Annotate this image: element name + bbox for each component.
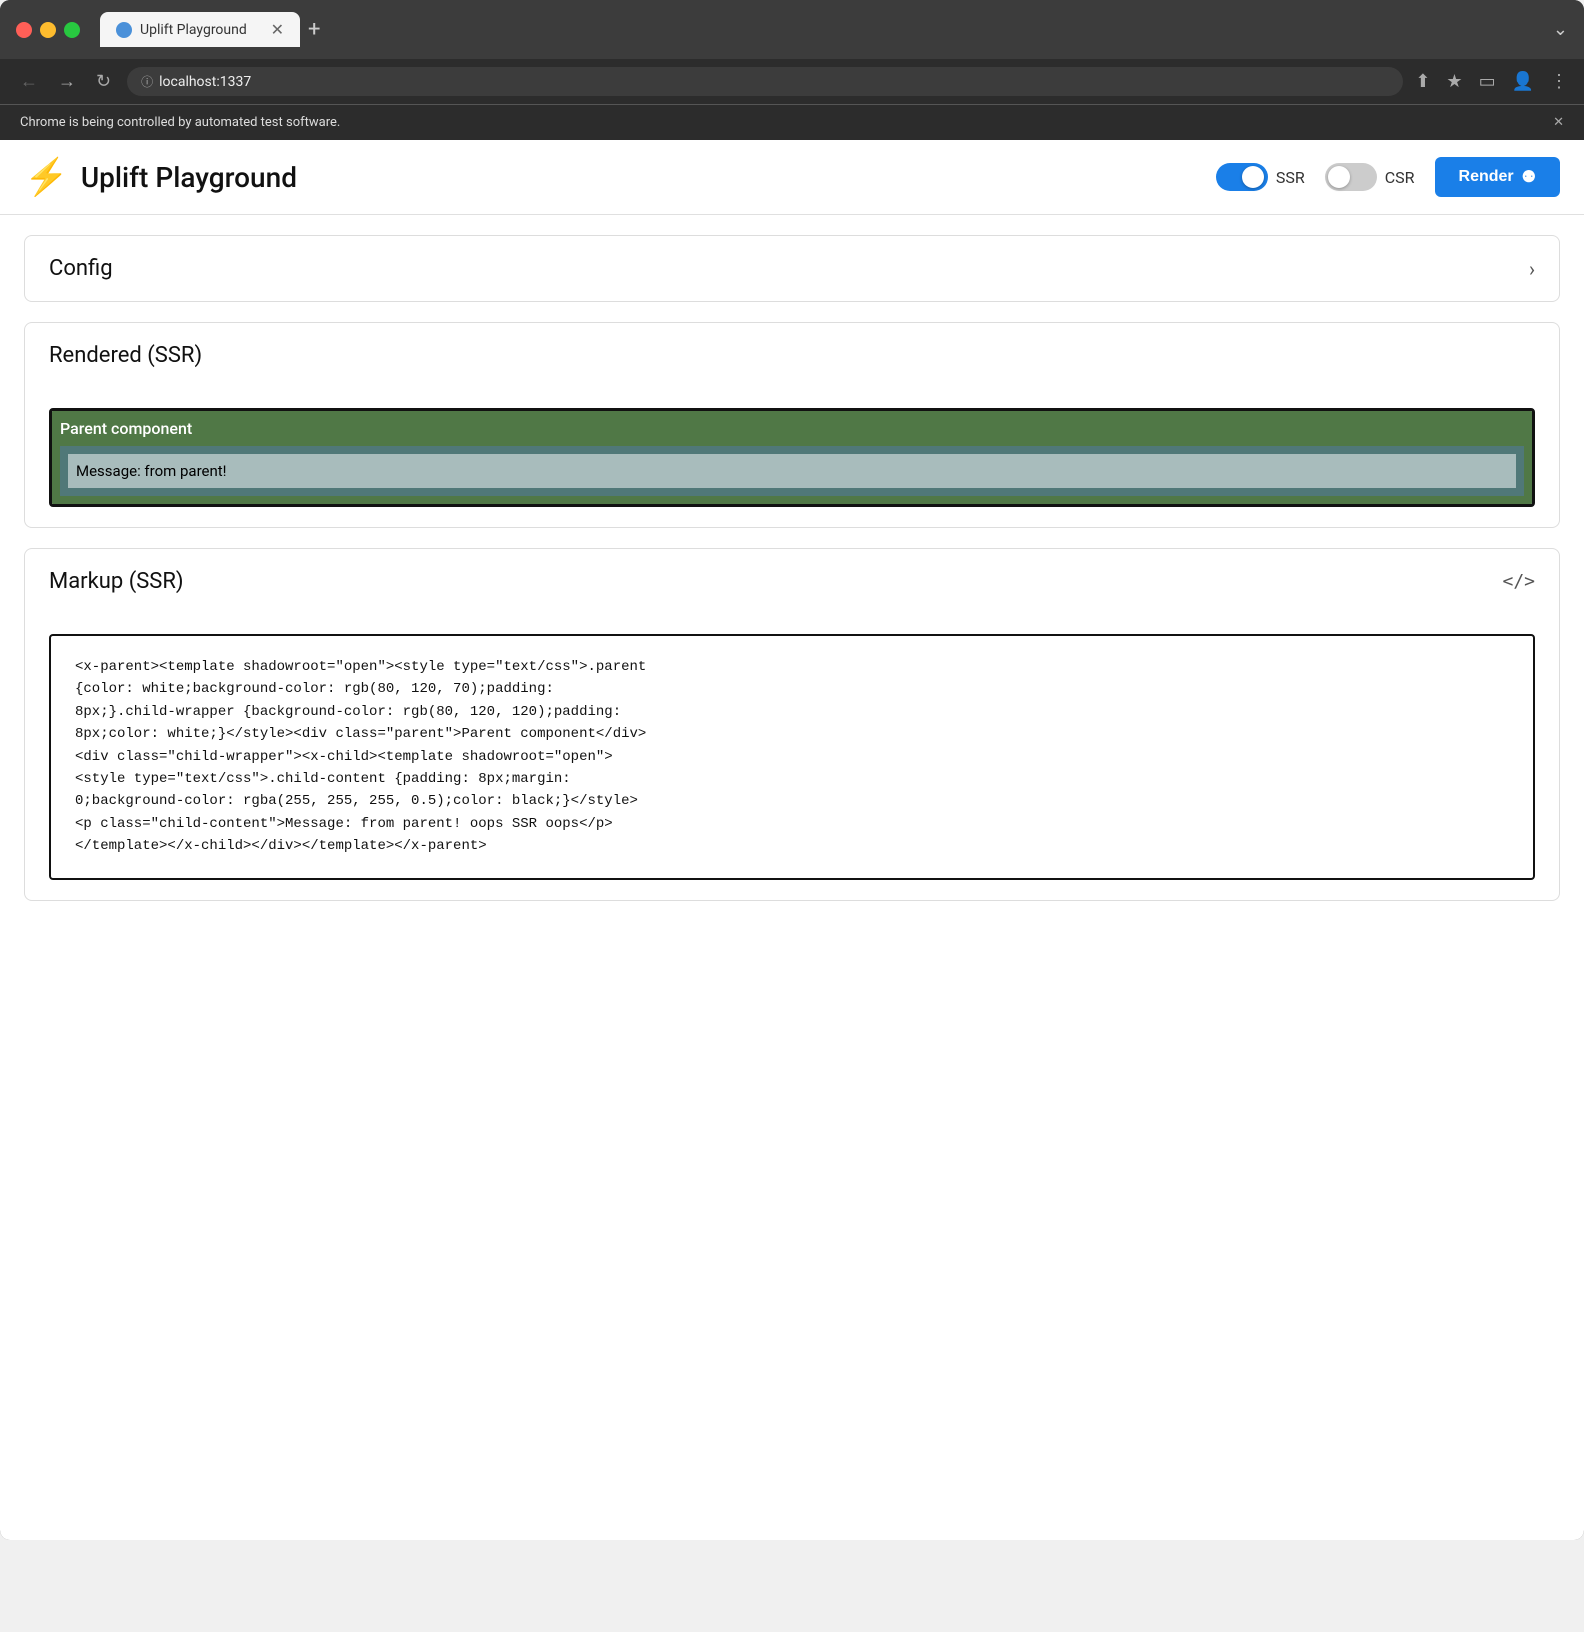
more-options-icon[interactable]: ⋮	[1550, 71, 1568, 92]
code-icon: </>	[1502, 571, 1535, 592]
automation-message: Chrome is being controlled by automated …	[20, 115, 340, 130]
header-controls: SSR CSR Render ⚉	[1216, 157, 1560, 197]
rendered-title: Rendered (SSR)	[49, 343, 202, 368]
tab-close-button[interactable]: ✕	[271, 20, 284, 39]
markup-section: Markup (SSR) </> <x-parent><template sha…	[24, 548, 1560, 901]
browser-toolbar-icons: ⬆ ★ ▭ 👤 ⋮	[1415, 71, 1568, 92]
config-chevron-icon: ›	[1529, 257, 1535, 281]
back-button[interactable]: ←	[16, 67, 42, 96]
markup-section-body: <x-parent><template shadowroot="open"><s…	[25, 614, 1559, 900]
close-window-button[interactable]	[16, 22, 32, 38]
url-display: localhost:1337	[159, 74, 251, 90]
render-icon: ⚉	[1522, 167, 1536, 187]
parent-component: Parent component Message: from parent!	[52, 411, 1532, 504]
active-tab[interactable]: Uplift Playground ✕	[100, 12, 300, 47]
markup-code-box: <x-parent><template shadowroot="open"><s…	[49, 634, 1535, 880]
render-button-label: Render	[1459, 168, 1514, 186]
tab-favicon	[116, 22, 132, 38]
ssr-label: SSR	[1276, 168, 1305, 187]
parent-component-label: Parent component	[60, 419, 1524, 438]
render-button[interactable]: Render ⚉	[1435, 157, 1560, 197]
config-title: Config	[49, 256, 113, 281]
refresh-button[interactable]: ↻	[92, 67, 115, 96]
child-wrapper: Message: from parent!	[60, 446, 1524, 496]
csr-toggle-slider	[1325, 163, 1377, 191]
new-tab-button[interactable]: +	[308, 17, 320, 42]
page-content: ⚡ Uplift Playground SSR	[0, 140, 1584, 1540]
lightning-icon: ⚡	[24, 156, 69, 198]
csr-label: CSR	[1385, 168, 1415, 187]
config-section: Config ›	[24, 235, 1560, 302]
title-bar: Uplift Playground ✕ + ⌄	[0, 0, 1584, 59]
markup-title: Markup (SSR)	[49, 569, 184, 594]
automation-close-button[interactable]: ✕	[1553, 115, 1564, 130]
csr-toggle[interactable]	[1325, 163, 1377, 191]
maximize-window-button[interactable]	[64, 22, 80, 38]
csr-toggle-knob	[1328, 166, 1350, 188]
tab-overflow-button[interactable]: ⌄	[1553, 19, 1568, 40]
info-icon: ⓘ	[141, 73, 153, 90]
tab-bar: Uplift Playground ✕ +	[100, 12, 1541, 47]
share-icon[interactable]: ⬆	[1415, 71, 1430, 92]
sidebar-icon[interactable]: ▭	[1479, 71, 1496, 92]
csr-toggle-group: CSR	[1325, 163, 1415, 191]
automation-banner: Chrome is being controlled by automated …	[0, 104, 1584, 140]
traffic-lights	[16, 22, 80, 38]
browser-window: Uplift Playground ✕ + ⌄ ← → ↻ ⓘ localhos…	[0, 0, 1584, 1540]
forward-button[interactable]: →	[54, 67, 80, 96]
config-section-header[interactable]: Config ›	[25, 236, 1559, 301]
address-input[interactable]: ⓘ localhost:1337	[127, 67, 1403, 96]
rendered-section: Rendered (SSR) Parent component Message:…	[24, 322, 1560, 528]
ssr-toggle-slider	[1216, 163, 1268, 191]
ssr-toggle-group: SSR	[1216, 163, 1305, 191]
markup-section-header: Markup (SSR) </>	[25, 549, 1559, 614]
profile-icon[interactable]: 👤	[1512, 71, 1534, 92]
rendered-section-header: Rendered (SSR)	[25, 323, 1559, 388]
address-bar: ← → ↻ ⓘ localhost:1337 ⬆ ★ ▭ 👤 ⋮	[0, 59, 1584, 104]
child-content: Message: from parent!	[68, 454, 1516, 488]
app-header: ⚡ Uplift Playground SSR	[0, 140, 1584, 215]
component-preview: Parent component Message: from parent!	[49, 408, 1535, 507]
minimize-window-button[interactable]	[40, 22, 56, 38]
ssr-toggle-knob	[1242, 166, 1264, 188]
rendered-section-body: Parent component Message: from parent!	[25, 388, 1559, 527]
app-logo: ⚡ Uplift Playground	[24, 156, 297, 198]
ssr-toggle[interactable]	[1216, 163, 1268, 191]
bookmark-icon[interactable]: ★	[1446, 71, 1462, 92]
app-title: Uplift Playground	[81, 161, 297, 194]
tab-title: Uplift Playground	[140, 22, 247, 38]
main-content: Config › Rendered (SSR) Parent component…	[0, 215, 1584, 921]
